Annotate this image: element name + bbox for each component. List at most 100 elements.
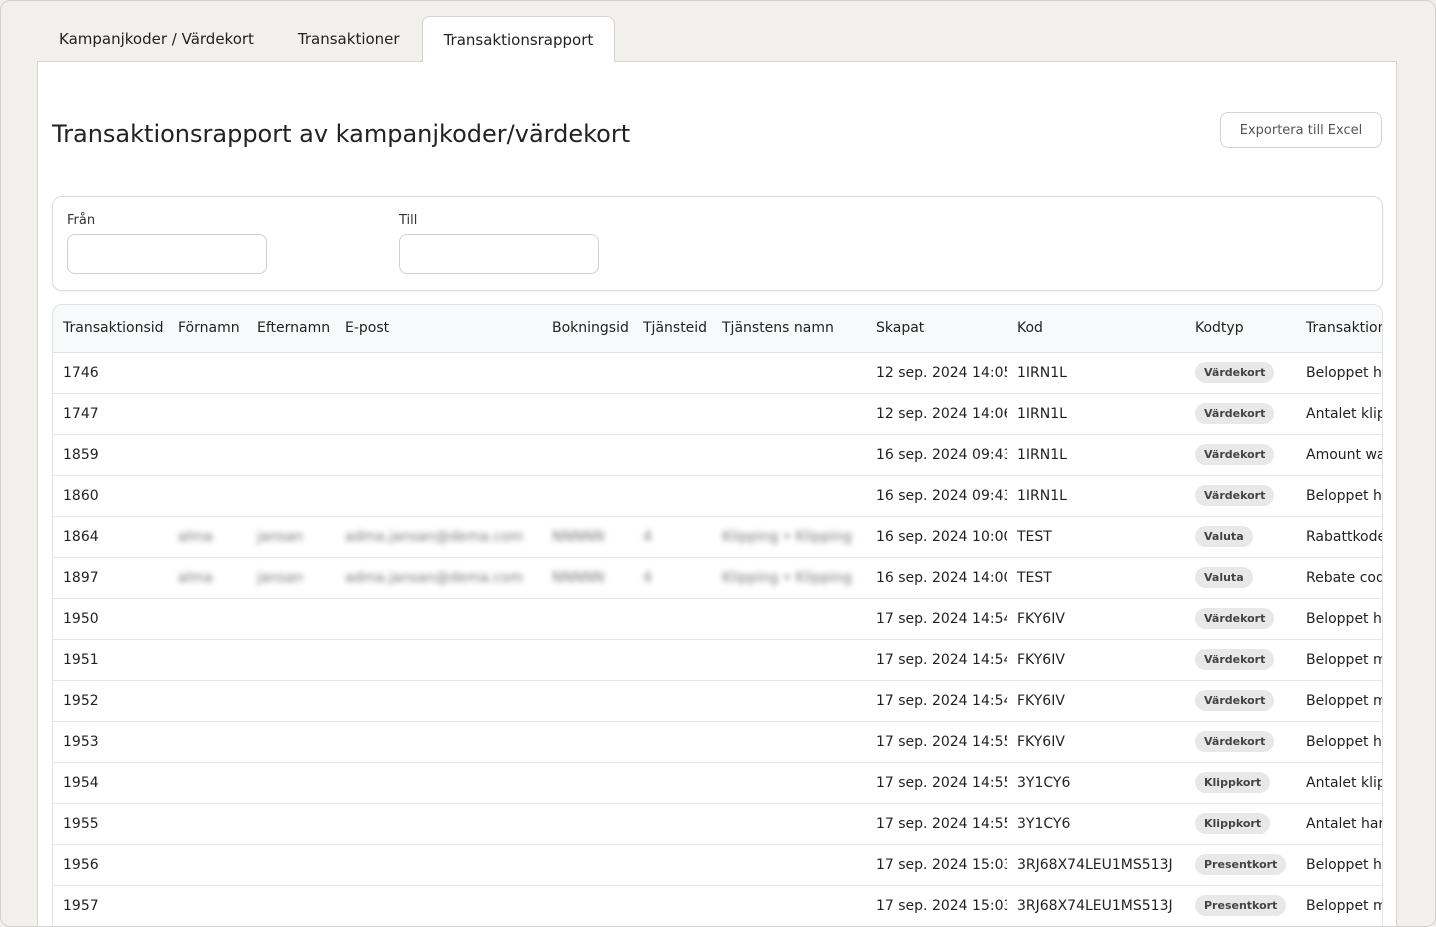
table-row[interactable]: 1747 12 sep. 2024 14:06 1IRN1L Värdekort Ant… [53,393,1382,434]
cell-bokningsid [542,639,633,680]
cell-transaktionsid: 1952 [63,692,99,709]
cell-kodtyp: Klippkort [1185,803,1296,844]
cell-fornamn: alma [178,528,213,545]
cell-skapat: 16 sep. 2024 14:00 [876,569,1007,586]
table-row[interactable]: 1897 alma jansan adma.jansan@dema.com NNNNN 4… [53,557,1382,598]
cell-skapat: 12 sep. 2024 14:06 [876,405,1007,422]
cell-bokningsid [542,475,633,516]
table-row[interactable]: 1957 17 sep. 2024 15:03 3RJ68X74LEU1MS513J… [53,885,1382,926]
table-row[interactable]: 1746 12 sep. 2024 14:05 1IRN1L Värdekort Bel… [53,352,1382,393]
cell-bokningsid [542,803,633,844]
cell-tjansteid [633,434,712,475]
cell-tjanstens-namn [712,762,866,803]
cell-transaktionstyp: Amount was [1306,446,1382,463]
table-row[interactable]: 1864 alma jansan adma.jansan@dema.com NNNNN 4… [53,516,1382,557]
cell-efternamn: jansan [257,528,304,545]
cell-epost [335,844,542,885]
table-row[interactable]: 1951 17 sep. 2024 14:54 FKY6IV Värdekort Bel… [53,639,1382,680]
kodtyp-badge: Presentkort [1195,895,1287,916]
cell-epost [335,680,542,721]
table-row[interactable]: 1956 17 sep. 2024 15:03 3RJ68X74LEU1MS513J… [53,844,1382,885]
tab-kampanjkoder[interactable]: Kampanjkoder / Värdekort [37,16,276,61]
cell-tjansteid [633,393,712,434]
column-header[interactable]: Transaktionstyp [1296,305,1382,352]
cell-skapat: 12 sep. 2024 14:05 [876,364,1007,381]
column-header[interactable]: Skapat [866,305,1007,352]
table-row[interactable]: 1953 17 sep. 2024 14:55 FKY6IV Värdekort Bel… [53,721,1382,762]
cell-transaktionsid: 1864 [63,528,99,545]
kodtyp-badge: Klippkort [1195,772,1271,793]
table-row[interactable]: 1950 17 sep. 2024 14:54 FKY6IV Värdekort Bel… [53,598,1382,639]
column-header[interactable]: Kodtyp [1185,305,1296,352]
cell-epost [335,721,542,762]
tab-bar: Kampanjkoder / Värdekort Transaktioner T… [37,16,616,62]
cell-tjansteid [633,762,712,803]
cell-fornamn [168,475,247,516]
tab-transaktionsrapport[interactable]: Transaktionsrapport [421,16,616,62]
cell-tjansteid: 4 [643,528,652,545]
cell-transaktionsid: 1897 [63,569,99,586]
cell-kod: FKY6IV [1017,692,1065,709]
table-row[interactable]: 1860 16 sep. 2024 09:43 1IRN1L Värdekort Bel… [53,475,1382,516]
page-title: Transaktionsrapport av kampanjkoder/värd… [52,120,631,148]
app-window: Kampanjkoder / Värdekort Transaktioner T… [0,0,1436,927]
kodtyp-badge: Värdekort [1195,444,1275,465]
column-header[interactable]: Kod [1007,305,1185,352]
cell-transaktionsid: 1951 [63,651,99,668]
cell-kodtyp: Klippkort [1185,762,1296,803]
cell-tjansteid [633,885,712,926]
to-label: Till [399,213,418,228]
cell-tjansteid [633,352,712,393]
column-header[interactable]: Förnamn [168,305,247,352]
cell-skapat: 17 sep. 2024 14:54 [876,610,1007,627]
cell-efternamn [247,475,335,516]
cell-kod: 3RJ68X74LEU1MS513J [1017,856,1173,873]
to-date-input[interactable] [399,234,599,274]
cell-efternamn [247,680,335,721]
column-header[interactable]: Efternamn [247,305,335,352]
transactions-table: Transaktionsid Förnamn Efternamn E-post … [53,305,1382,926]
column-header[interactable]: Tjänsteid [633,305,712,352]
table-row[interactable]: 1952 17 sep. 2024 14:54 FKY6IV Värdekort Bel… [53,680,1382,721]
cell-tjanstens-namn [712,434,866,475]
kodtyp-badge: Klippkort [1195,813,1271,834]
kodtyp-badge: Valuta [1195,526,1253,547]
cell-epost [335,803,542,844]
cell-bokningsid [542,721,633,762]
cell-transaktionsid: 1747 [63,405,99,422]
table-row[interactable]: 1954 17 sep. 2024 14:55 3Y1CY6 Klippkort Ant… [53,762,1382,803]
transactions-table-container[interactable]: Transaktionsid Förnamn Efternamn E-post … [52,304,1383,926]
cell-transaktionstyp: Beloppet minskades [1306,692,1382,709]
cell-bokningsid [542,844,633,885]
tab-transaktioner[interactable]: Transaktioner [276,16,422,61]
column-header[interactable]: Transaktionsid [53,305,168,352]
cell-kod: FKY6IV [1017,610,1065,627]
cell-fornamn [168,762,247,803]
column-header[interactable]: Tjänstens namn [712,305,866,352]
column-header[interactable]: Bokningsid [542,305,633,352]
cell-efternamn [247,803,335,844]
cell-fornamn: alma [178,569,213,586]
cell-tjanstens-namn [712,352,866,393]
cell-bokningsid: NNNNN [552,528,605,545]
cell-transaktionstyp: Beloppet höjdes [1306,733,1382,750]
cell-transaktionsid: 1746 [63,364,99,381]
cell-kod: 3Y1CY6 [1017,774,1071,791]
table-row[interactable]: 1955 17 sep. 2024 14:55 3Y1CY6 Klippkort Ant… [53,803,1382,844]
cell-epost [335,598,542,639]
cell-kodtyp: Värdekort [1185,434,1296,475]
cell-skapat: 16 sep. 2024 09:43 [876,446,1007,463]
cell-transaktionsid: 1955 [63,815,99,832]
table-row[interactable]: 1859 16 sep. 2024 09:43 1IRN1L Värdekort Amo… [53,434,1382,475]
cell-skapat: 17 sep. 2024 15:03 [876,856,1007,873]
kodtyp-badge: Värdekort [1195,403,1275,424]
kodtyp-badge: Valuta [1195,567,1253,588]
cell-kodtyp: Värdekort [1185,393,1296,434]
cell-kod: FKY6IV [1017,733,1065,750]
kodtyp-badge: Värdekort [1195,649,1275,670]
cell-tjanstens-namn [712,475,866,516]
from-date-input[interactable] [67,234,267,274]
column-header[interactable]: E-post [335,305,542,352]
cell-tjanstens-namn [712,680,866,721]
export-excel-button[interactable]: Exportera till Excel [1220,112,1382,148]
